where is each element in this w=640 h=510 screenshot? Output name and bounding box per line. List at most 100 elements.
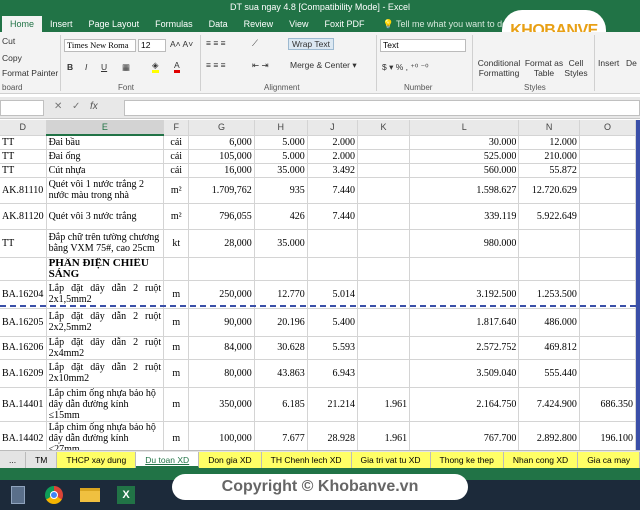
cell-d[interactable]: TT: [0, 135, 47, 150]
cell-e[interactable]: Lắp đặt dây dẫn 2 ruột 2x10mm2: [46, 359, 165, 388]
cell-d[interactable]: BA.16204: [0, 280, 47, 309]
cell-f[interactable]: kt: [163, 229, 190, 258]
orientation-icon[interactable]: ⟋: [252, 38, 258, 49]
cell-g[interactable]: [188, 257, 255, 281]
font-grow-shrink-icon[interactable]: A˄ A˅: [170, 39, 193, 49]
cell-d[interactable]: TT: [0, 229, 47, 258]
cell-j[interactable]: 5.593: [307, 336, 359, 360]
cell-j[interactable]: [307, 229, 359, 258]
cell-d[interactable]: BA.14401: [0, 387, 47, 422]
cell-e[interactable]: PHẦN ĐIỆN CHIẾU SÁNG: [46, 257, 165, 281]
cell-f[interactable]: [163, 257, 190, 281]
cell-n[interactable]: 1.253.500: [518, 280, 580, 309]
cell-o[interactable]: [579, 280, 636, 309]
calculator-icon[interactable]: [4, 483, 32, 507]
cell-g[interactable]: 100,000: [188, 421, 255, 450]
cell-g[interactable]: 84,000: [188, 336, 255, 360]
cell-l[interactable]: 980.000: [409, 229, 520, 258]
tab-insert[interactable]: Insert: [42, 16, 81, 32]
cell-j[interactable]: 5.014: [307, 280, 359, 309]
column-header[interactable]: D: [0, 120, 47, 136]
cell-d[interactable]: TT: [0, 149, 47, 164]
column-header[interactable]: H: [254, 120, 308, 136]
file-explorer-icon[interactable]: [76, 483, 104, 507]
enter-icon[interactable]: ✓: [72, 101, 80, 112]
tab-formulas[interactable]: Formulas: [147, 16, 201, 32]
column-header[interactable]: N: [518, 120, 580, 136]
cell-h[interactable]: 12.770: [254, 280, 308, 309]
column-header[interactable]: E: [46, 120, 165, 136]
cell-d[interactable]: BA.14402: [0, 421, 47, 450]
cell-l[interactable]: 339.119: [409, 203, 520, 230]
align-left-icons[interactable]: ≡ ≡ ≡: [206, 60, 226, 70]
cell-g[interactable]: 90,000: [188, 308, 255, 337]
sheet-tab[interactable]: THCP xay dung: [57, 451, 137, 468]
cell-g[interactable]: 350,000: [188, 387, 255, 422]
align-top-icons[interactable]: ≡ ≡ ≡: [206, 38, 226, 48]
cell-o[interactable]: 686.350: [579, 387, 636, 422]
chrome-icon[interactable]: [40, 483, 68, 507]
cell-f[interactable]: m: [163, 280, 190, 309]
cell-h[interactable]: 20.196: [254, 308, 308, 337]
cut-button[interactable]: Cut: [2, 36, 15, 46]
cell-f[interactable]: cái: [163, 135, 190, 150]
cell-o[interactable]: [579, 336, 636, 360]
cell-o[interactable]: 196.100: [579, 421, 636, 450]
cell-j[interactable]: 7.440: [307, 177, 359, 204]
cell-h[interactable]: 35.000: [254, 163, 308, 178]
cell-h[interactable]: 5.000: [254, 149, 308, 164]
cell-h[interactable]: 35.000: [254, 229, 308, 258]
cell-j[interactable]: 21.214: [307, 387, 359, 422]
cell-o[interactable]: [579, 177, 636, 204]
cell-h[interactable]: 7.677: [254, 421, 308, 450]
cell-j[interactable]: 5.400: [307, 308, 359, 337]
cell-n[interactable]: 469.812: [518, 336, 580, 360]
cell-l[interactable]: 560.000: [409, 163, 520, 178]
fill-color-icon[interactable]: ◈: [152, 60, 159, 73]
cell-n[interactable]: 12.720.629: [518, 177, 580, 204]
cell-d[interactable]: AK.81120: [0, 203, 47, 230]
tab-data[interactable]: Data: [201, 16, 236, 32]
format-painter-button[interactable]: Format Painter: [2, 68, 58, 78]
cell-e[interactable]: Quét vôi 3 nước trắng: [46, 203, 165, 230]
cell-d[interactable]: TT: [0, 163, 47, 178]
tab-foxit-pdf[interactable]: Foxit PDF: [316, 16, 372, 32]
font-color-icon[interactable]: A: [174, 60, 180, 73]
cell-k[interactable]: [357, 257, 411, 281]
cancel-icon[interactable]: ✕: [54, 101, 62, 112]
cell-n[interactable]: 5.922.649: [518, 203, 580, 230]
cell-k[interactable]: [357, 308, 411, 337]
cell-k[interactable]: [357, 177, 411, 204]
copy-button[interactable]: Copy: [2, 53, 22, 63]
underline-button[interactable]: U: [101, 62, 107, 72]
cell-e[interactable]: Lắp đặt dây dẫn 2 ruột 2x4mm2: [46, 336, 165, 360]
cell-j[interactable]: [307, 257, 359, 281]
cell-l[interactable]: 2.572.752: [409, 336, 520, 360]
cell-d[interactable]: BA.16209: [0, 359, 47, 388]
cell-h[interactable]: [254, 257, 308, 281]
cell-o[interactable]: [579, 149, 636, 164]
cell-k[interactable]: [357, 163, 411, 178]
cell-l[interactable]: 1.598.627: [409, 177, 520, 204]
cell-h[interactable]: 30.628: [254, 336, 308, 360]
sheet-tab[interactable]: TM: [26, 451, 58, 468]
cell-o[interactable]: [579, 257, 636, 281]
cell-k[interactable]: [357, 336, 411, 360]
cell-h[interactable]: 426: [254, 203, 308, 230]
cell-l[interactable]: 1.817.640: [409, 308, 520, 337]
excel-icon[interactable]: X: [112, 483, 140, 507]
cell-d[interactable]: BA.16205: [0, 308, 47, 337]
sheet-tab[interactable]: TH Chenh lech XD: [261, 451, 352, 468]
currency-percent-icons[interactable]: $ ▾ % , ⁺⁰ ⁻⁰: [382, 62, 429, 73]
cell-n[interactable]: [518, 229, 580, 258]
cell-j[interactable]: 3.492: [307, 163, 359, 178]
cell-l[interactable]: 30.000: [409, 135, 520, 150]
cell-k[interactable]: [357, 229, 411, 258]
cell-n[interactable]: 210.000: [518, 149, 580, 164]
cell-n[interactable]: 555.440: [518, 359, 580, 388]
cell-n[interactable]: [518, 257, 580, 281]
cell-e[interactable]: Quét vôi 1 nước trắng 2 nước màu trong n…: [46, 177, 165, 204]
cell-n[interactable]: 486.000: [518, 308, 580, 337]
font-size-select[interactable]: 12: [138, 39, 166, 52]
cell-n[interactable]: 12.000: [518, 135, 580, 150]
